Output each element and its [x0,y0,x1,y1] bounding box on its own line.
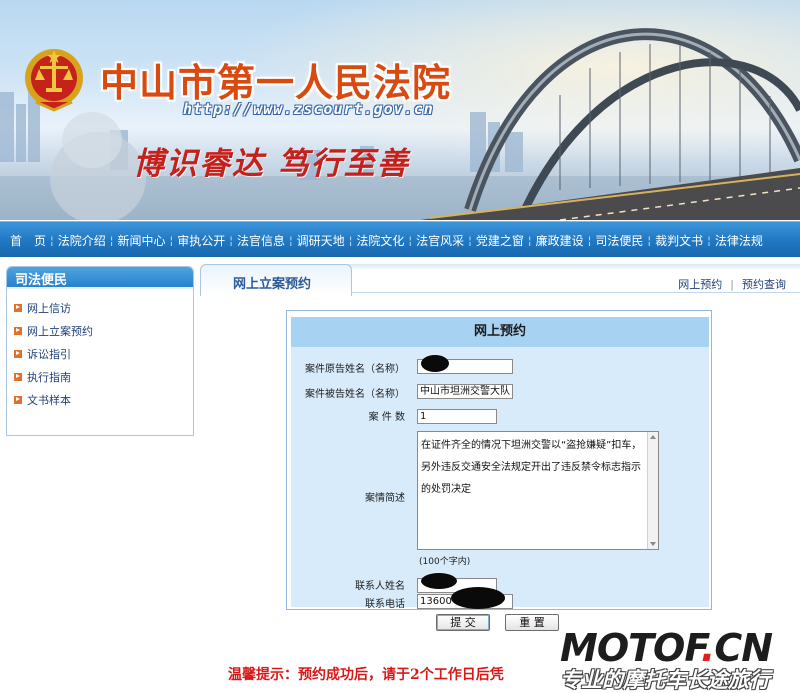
description-label: 案情简述 [365,493,405,504]
sidebar: 司法便民 网上信访 网上立案预约 诉讼指引 执行指南 文书样本 [6,266,194,436]
nav-separator: ¦ [408,233,413,247]
nav-separator: ¦ [527,233,532,247]
site-banner: 中山市第一人民法院 http://www.zscourt.gov.cn 博识睿达… [0,0,800,220]
arrow-right-icon [14,395,22,404]
booking-query-link[interactable]: 预约查询 [742,278,786,291]
sidebar-item-label: 诉讼指引 [27,347,71,361]
online-booking-link[interactable]: 网上预约 [678,278,722,291]
nav-separator: ¦ [348,233,353,247]
nav-item-culture[interactable]: 法院文化 [356,232,404,249]
scroll-down-icon[interactable] [650,542,656,546]
nav-item-judge-style[interactable]: 法官风采 [416,232,464,249]
sidebar-item-execution-guide[interactable]: 执行指南 [14,365,193,388]
defendant-input[interactable]: 中山市坦洲交警大队 [417,384,513,399]
court-emblem-icon [25,49,83,112]
nav-separator: ¦ [229,233,233,247]
reset-button[interactable]: 重 置 [505,614,559,631]
nav-item-news[interactable]: 新闻中心 [117,232,165,249]
nav-separator: ¦ [109,233,114,247]
nav-separator: ¦ [647,233,652,247]
nav-item-judge-info[interactable]: 法官信息 [237,232,285,249]
nav-separator: ¦ [50,233,54,247]
defendant-label: 案件被告姓名（名称） [305,389,405,400]
arrow-right-icon [14,326,22,335]
nav-item-laws[interactable]: 法律法规 [715,232,763,249]
nav-item-research[interactable]: 调研天地 [297,232,345,249]
sidebar-item-litigation-guide[interactable]: 诉讼指引 [14,342,193,365]
redaction-mark [451,587,505,609]
form-body: 案件原告姓名（名称） 案件被告姓名（名称） 中山市坦洲交警大队 案 件 数 1 … [291,347,709,610]
case-count-input[interactable]: 1 [417,409,497,424]
contact-name-label: 联系人姓名 [355,581,405,592]
description-hint: (100个字内) [419,557,471,567]
sidebar-item-label: 网上信访 [27,301,71,315]
nav-item-disclosure[interactable]: 审执公开 [177,232,225,249]
court-motto: 博识睿达 笃行至善 [133,146,410,182]
scroll-up-icon[interactable] [650,435,656,439]
description-text: 在证件齐全的情况下坦洲交警以“盗抢嫌疑”扣车，另外违反交通安全法规定开出了违反禁… [421,440,642,495]
case-count-label: 案 件 数 [368,412,405,423]
sidebar-item-label: 文书样本 [27,393,71,407]
nav-item-judgments[interactable]: 裁判文书 [655,232,703,249]
sidebar-item-document-samples[interactable]: 文书样本 [14,388,193,411]
watermark-slogan: 专业的摩托车长途旅行 [560,668,770,692]
nav-item-party[interactable]: 党建之窗 [476,232,524,249]
submit-button[interactable]: 提 交 [436,614,490,631]
textarea-scrollbar[interactable] [647,432,658,549]
sidebar-item-case-booking[interactable]: 网上立案预约 [14,319,193,342]
form-title: 网上预约 [291,317,709,347]
nav-separator: ¦ [288,233,293,247]
court-title: 中山市第一人民法院 [100,60,452,105]
description-textarea[interactable]: 在证件齐全的情况下坦洲交警以“盗抢嫌疑”扣车，另外违反交通安全法规定开出了违反禁… [417,431,659,550]
sidebar-title: 司法便民 [7,267,193,289]
booking-form: 网上预约 案件原告姓名（名称） 案件被告姓名（名称） 中山市坦洲交警大队 案 件… [286,310,712,610]
nav-separator: ¦ [169,233,174,247]
arrow-right-icon [14,349,22,358]
nav-item-home[interactable]: 首 页 [10,232,46,249]
nav-separator: ¦ [707,233,711,247]
sidebar-item-online-petition[interactable]: 网上信访 [14,296,193,319]
redaction-mark [421,355,449,372]
nav-item-court-intro[interactable]: 法院介绍 [58,232,106,249]
plaintiff-label: 案件原告姓名（名称） [305,364,405,375]
sidebar-item-label: 执行指南 [27,370,71,384]
nav-item-integrity[interactable]: 廉政建设 [536,232,584,249]
link-divider: | [730,278,734,291]
redaction-mark [421,573,457,589]
main-nav: 首 页 ¦ 法院介绍 ¦ 新闻中心 ¦ 审执公开 ¦ 法官信息 ¦ 调研天地 ¦… [0,221,800,257]
sidebar-item-label: 网上立案预约 [27,324,93,338]
arrow-right-icon [14,303,22,312]
nav-separator: ¦ [587,233,592,247]
arrow-right-icon [14,372,22,381]
reminder-tip: 温馨提示：预约成功后，请于2个工作日后凭 [228,667,504,683]
tab-online-case-booking[interactable]: 网上立案预约 [200,264,352,296]
court-url: http://www.zscourt.gov.cn [183,100,434,118]
nav-separator: ¦ [468,233,472,247]
contact-phone-label: 联系电话 [365,599,405,610]
main-links: 网上预约 | 预约查询 [678,276,786,292]
nav-item-convenience[interactable]: 司法便民 [595,232,643,249]
divider [351,292,800,293]
